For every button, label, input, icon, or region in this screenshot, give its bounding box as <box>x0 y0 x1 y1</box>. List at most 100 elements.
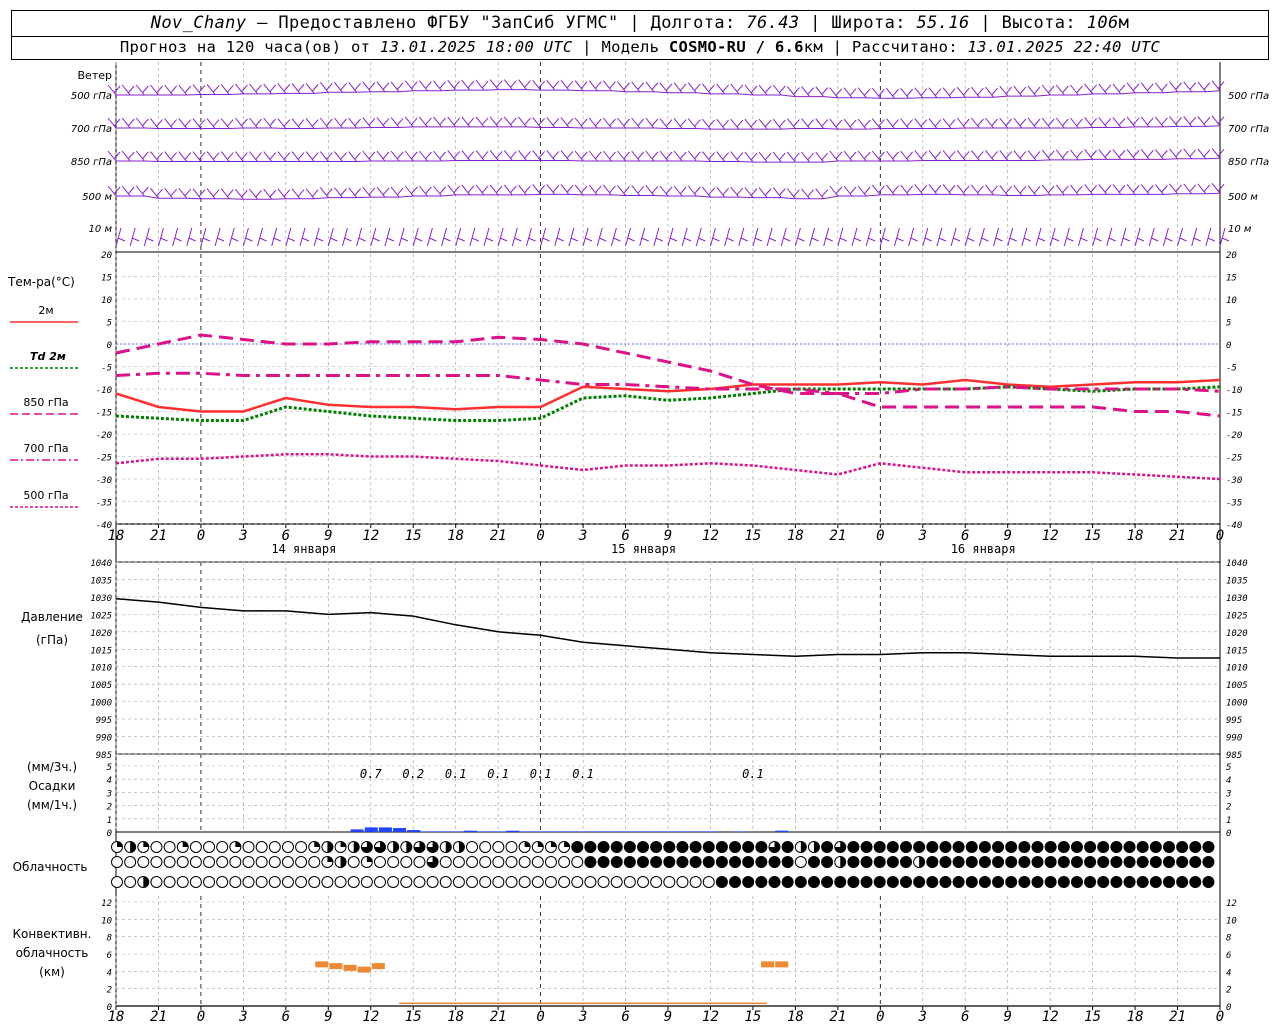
cloud-cell <box>847 856 860 868</box>
cloud-cell <box>1084 876 1097 888</box>
wind-barb <box>964 227 975 247</box>
wind-barb <box>631 117 645 129</box>
cloud-symbol <box>1084 841 1097 853</box>
cloud-symbol <box>1018 856 1031 868</box>
precip-bar <box>534 831 548 832</box>
wind-barb <box>730 83 744 95</box>
precip-bar <box>676 831 690 832</box>
cloud-cell <box>321 876 334 888</box>
wind-barb <box>234 83 248 95</box>
wind-barb <box>574 150 588 162</box>
wind-barb <box>928 184 942 195</box>
wind-barb <box>1211 115 1225 127</box>
wind-barb <box>1013 185 1027 196</box>
precip-bar <box>775 830 789 832</box>
cloud-symbol <box>584 841 597 853</box>
cloud-cell <box>492 876 505 888</box>
wind-barb <box>886 184 899 196</box>
wind-barb <box>334 81 347 93</box>
cloud-symbol <box>571 841 584 853</box>
time-tick-label: 21 <box>150 528 167 544</box>
cloud-cell <box>1123 876 1136 888</box>
cloud-symbol <box>597 856 610 868</box>
temp-ytick-right: 0 <box>1226 341 1231 351</box>
cloud-symbol <box>900 841 912 853</box>
cloud-cell <box>1163 876 1175 888</box>
cloud-symbol <box>939 856 952 868</box>
wind-barb <box>348 187 361 198</box>
wind-barb <box>214 227 225 247</box>
cloud-cell <box>1110 876 1123 888</box>
cloud-cell <box>137 876 150 888</box>
cloud-symbol <box>281 841 294 853</box>
precip-bar <box>647 831 661 832</box>
precip-ytick-right: 4 <box>1226 776 1231 786</box>
cloud-cell <box>886 841 899 853</box>
cloud-symbol <box>400 856 413 868</box>
wind-barb <box>716 118 729 130</box>
time-tick-label-bottom: 0 <box>536 1009 544 1024</box>
precip-ytick: 3 <box>106 789 112 799</box>
cloud-cell <box>360 841 373 853</box>
cloud-cell <box>439 876 452 888</box>
precip-value-label: 0.1 <box>487 767 509 781</box>
wind-barb <box>871 150 885 162</box>
cloud-symbol <box>794 856 807 868</box>
wind-barb <box>659 150 673 162</box>
cloud-symbol <box>163 841 176 853</box>
cloud-cell <box>518 876 531 888</box>
cloud-cell <box>926 841 939 853</box>
cloud-cell <box>913 856 926 868</box>
cloud-symbol <box>729 841 742 853</box>
cloud-cell <box>505 841 518 853</box>
wind-barb <box>234 188 248 200</box>
cloud-symbol <box>426 876 439 888</box>
cloud-cell <box>1149 856 1162 868</box>
temp-ytick-right: -5 <box>1226 364 1237 374</box>
cloud-symbol <box>729 876 742 888</box>
wind-barb <box>922 227 932 247</box>
cloud-cell <box>281 856 294 868</box>
precip-ytick-right: 2 <box>1226 803 1231 813</box>
wind-barb <box>319 151 333 162</box>
cloud-cell <box>637 876 649 888</box>
wind-barb <box>687 118 701 129</box>
cloud-cell <box>189 841 202 853</box>
cloud-symbol <box>1149 841 1162 853</box>
cloud-cell <box>781 856 794 868</box>
precip-bar <box>421 831 435 832</box>
cloud-symbol <box>637 856 649 868</box>
cloud-cell <box>952 841 965 853</box>
wind-barb <box>724 227 734 247</box>
wind-barb <box>645 185 659 196</box>
cloud-cell <box>1084 856 1097 868</box>
wind-barb <box>263 117 277 129</box>
cloud-cell <box>873 841 886 853</box>
wind-barb <box>263 151 277 162</box>
cloud-cell <box>452 876 465 888</box>
wind-barb <box>305 118 319 129</box>
conv-ytick-right: 4 <box>1226 968 1231 978</box>
temp-legend-label: 700 гПа <box>23 442 68 455</box>
wind-barb <box>489 184 503 196</box>
wind-barb <box>546 117 560 128</box>
cloud-symbol <box>518 856 531 868</box>
cloud-symbol <box>281 856 294 868</box>
cloud-symbol <box>663 856 676 868</box>
time-tick-label: 15 <box>1084 528 1101 544</box>
cloud-symbol <box>413 876 426 888</box>
wind-barb <box>150 118 163 129</box>
wind-barb <box>1035 227 1046 247</box>
wind-barb <box>667 227 678 247</box>
cloud-cell <box>268 856 281 868</box>
cloud-cell <box>729 856 742 868</box>
precip-value-label: 0.1 <box>445 767 467 781</box>
wind-barb <box>242 227 253 247</box>
precip-title: Осадки <box>29 779 76 793</box>
cloud-symbol <box>400 876 413 888</box>
wind-barb <box>334 187 347 198</box>
cloud-cell <box>821 876 834 888</box>
wind-barb-row-0 <box>107 79 1225 99</box>
cloud-cell <box>216 876 229 888</box>
wind-barb <box>843 118 857 130</box>
